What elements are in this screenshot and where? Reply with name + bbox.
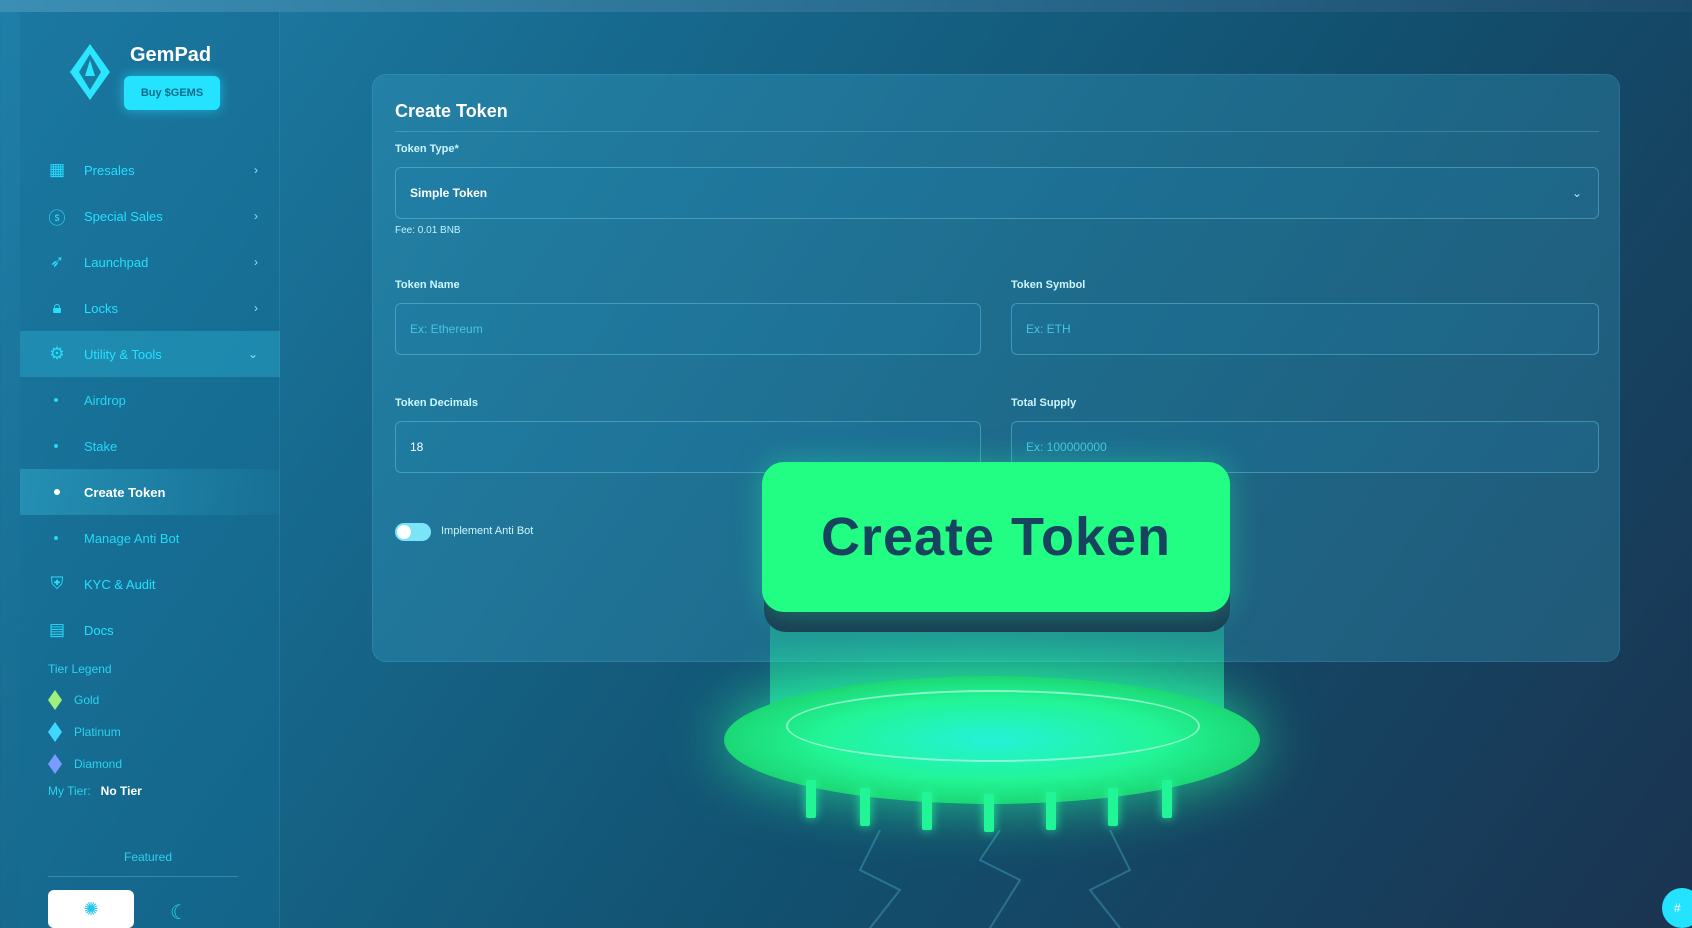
help-fab-button[interactable]: # — [1662, 888, 1692, 928]
fee-text: Fee: 0.01 BNB — [395, 225, 461, 236]
gold-gem-icon — [48, 690, 62, 710]
rocket-icon: ➶ — [49, 252, 65, 271]
token-type-label: Token Type* — [395, 143, 459, 155]
featured-heading: Featured — [123, 850, 173, 864]
anti-bot-toggle[interactable] — [395, 523, 431, 541]
platform-legs — [800, 780, 1180, 832]
sidebar-subitem-manage-anti-bot[interactable]: Manage Anti Bot — [20, 515, 280, 561]
token-decimals-input[interactable] — [410, 440, 980, 454]
chevron-down-icon: ⌄ — [1571, 186, 1582, 200]
grid-icon: ▦ — [48, 160, 66, 179]
circuit-floor-pattern — [858, 830, 1132, 928]
brand-block: GemPad Buy $GEMS — [68, 30, 258, 120]
sidebar-item-docs[interactable]: ▤ Docs — [20, 607, 280, 653]
platform-leg — [806, 780, 816, 818]
sidebar-item-label: Locks — [84, 300, 118, 316]
sun-icon: ✺ — [83, 898, 99, 919]
token-type-select[interactable]: Simple Token ⌄ — [395, 167, 1599, 219]
featured-divider — [48, 876, 238, 877]
my-tier: My Tier: No Tier — [48, 784, 268, 798]
tier-row-diamond: Diamond — [48, 748, 268, 780]
bullet-icon — [54, 444, 58, 448]
dark-theme-button[interactable]: ☾ — [170, 900, 188, 925]
sidebar-subitem-create-token[interactable]: Create Token — [20, 469, 280, 515]
chevron-down-icon: ⌄ — [247, 347, 258, 361]
tier-label: Diamond — [74, 757, 123, 771]
platform-leg — [860, 788, 870, 826]
sidebar-item-special-sales[interactable]: ⓢ Special Sales › — [20, 193, 280, 239]
platform-leg — [984, 794, 994, 832]
bullet-icon — [54, 536, 58, 540]
light-theme-button[interactable]: ✺ — [48, 890, 134, 928]
moon-icon: ☾ — [170, 902, 188, 924]
platform-leg — [1108, 788, 1118, 826]
sidebar-nav: ▦ Presales › ⓢ Special Sales › ➶ Launchp… — [20, 147, 280, 653]
sidebar-item-label: Launchpad — [84, 254, 149, 270]
total-supply-label: Total Supply — [1011, 397, 1077, 409]
lock-icon: 🔒︎ — [52, 298, 62, 317]
token-symbol-field[interactable] — [1011, 303, 1599, 355]
sidebar-subitem-airdrop[interactable]: Airdrop — [20, 377, 280, 423]
total-supply-input[interactable] — [1026, 440, 1598, 454]
sidebar-item-label: Presales — [84, 162, 135, 178]
token-symbol-input[interactable] — [1026, 322, 1598, 336]
docs-icon: ▤ — [48, 620, 66, 639]
platinum-gem-icon — [48, 722, 62, 742]
tier-row-platinum: Platinum — [48, 716, 268, 748]
sidebar-item-utility-tools[interactable]: ⚙ Utility & Tools ⌄ — [20, 331, 280, 377]
chevron-right-icon: › — [254, 301, 258, 315]
bullet-icon — [54, 489, 60, 495]
sidebar-item-label: KYC & Audit — [84, 576, 156, 592]
card-title: Create Token — [395, 101, 508, 121]
dollar-icon: ⓢ — [48, 208, 66, 228]
bullet-icon — [54, 398, 58, 402]
anti-bot-label: Implement Anti Bot — [441, 525, 534, 537]
top-strip — [0, 0, 1692, 12]
shield-check-icon: ⛨ — [50, 574, 64, 593]
token-type-value: Simple Token — [410, 186, 488, 200]
sidebar-subitem-label: Create Token — [84, 484, 166, 500]
my-tier-label: My Tier: — [48, 784, 91, 798]
token-name-field[interactable] — [395, 303, 981, 355]
tier-row-gold: Gold — [48, 684, 268, 716]
platform-leg — [1162, 780, 1172, 818]
chevron-right-icon: › — [254, 255, 258, 269]
tools-icon: ⚙ — [49, 344, 65, 363]
my-tier-value: No Tier — [100, 784, 142, 798]
sidebar-item-launchpad[interactable]: ➶ Launchpad › — [20, 239, 280, 285]
create-token-button[interactable]: Create Token — [762, 462, 1230, 612]
tier-legend: Tier Legend Gold Platinum Diamond My Tie… — [48, 662, 268, 798]
card-divider — [395, 131, 1599, 132]
sidebar-item-label: Special Sales — [84, 208, 163, 224]
platform-leg — [922, 792, 932, 830]
tier-label: Platinum — [74, 725, 121, 739]
sidebar-item-locks[interactable]: 🔒︎ Locks › — [20, 285, 280, 331]
sidebar-item-label: Utility & Tools — [84, 346, 162, 362]
token-name-label: Token Name — [395, 279, 460, 291]
sidebar-subitem-label: Stake — [84, 438, 118, 454]
tier-label: Gold — [74, 693, 100, 707]
help-icon: # — [1674, 901, 1681, 915]
chevron-right-icon: › — [254, 163, 258, 177]
brand-name: GemPad — [130, 44, 212, 66]
tier-legend-title: Tier Legend — [48, 662, 112, 676]
platform-leg — [1046, 792, 1056, 830]
sidebar-subitem-label: Manage Anti Bot — [84, 530, 180, 546]
sidebar-subitem-label: Airdrop — [84, 392, 126, 408]
diamond-gem-icon — [48, 754, 62, 774]
sidebar-item-kyc-audit[interactable]: ⛨ KYC & Audit — [20, 561, 280, 607]
sidebar-item-presales[interactable]: ▦ Presales › — [20, 147, 280, 193]
sidebar-subitem-stake[interactable]: Stake — [20, 423, 280, 469]
toggle-knob — [397, 525, 411, 539]
buy-gems-button[interactable]: Buy $GEMS — [124, 76, 220, 110]
sidebar-item-label: Docs — [84, 622, 114, 638]
token-name-input[interactable] — [410, 322, 980, 336]
token-decimals-label: Token Decimals — [395, 397, 478, 409]
sidebar: GemPad Buy $GEMS ▦ Presales › ⓢ Special … — [20, 12, 280, 928]
platform-ring — [786, 690, 1200, 762]
token-symbol-label: Token Symbol — [1011, 279, 1086, 291]
chevron-right-icon: › — [254, 209, 258, 223]
gem-logo-icon[interactable] — [68, 42, 112, 102]
